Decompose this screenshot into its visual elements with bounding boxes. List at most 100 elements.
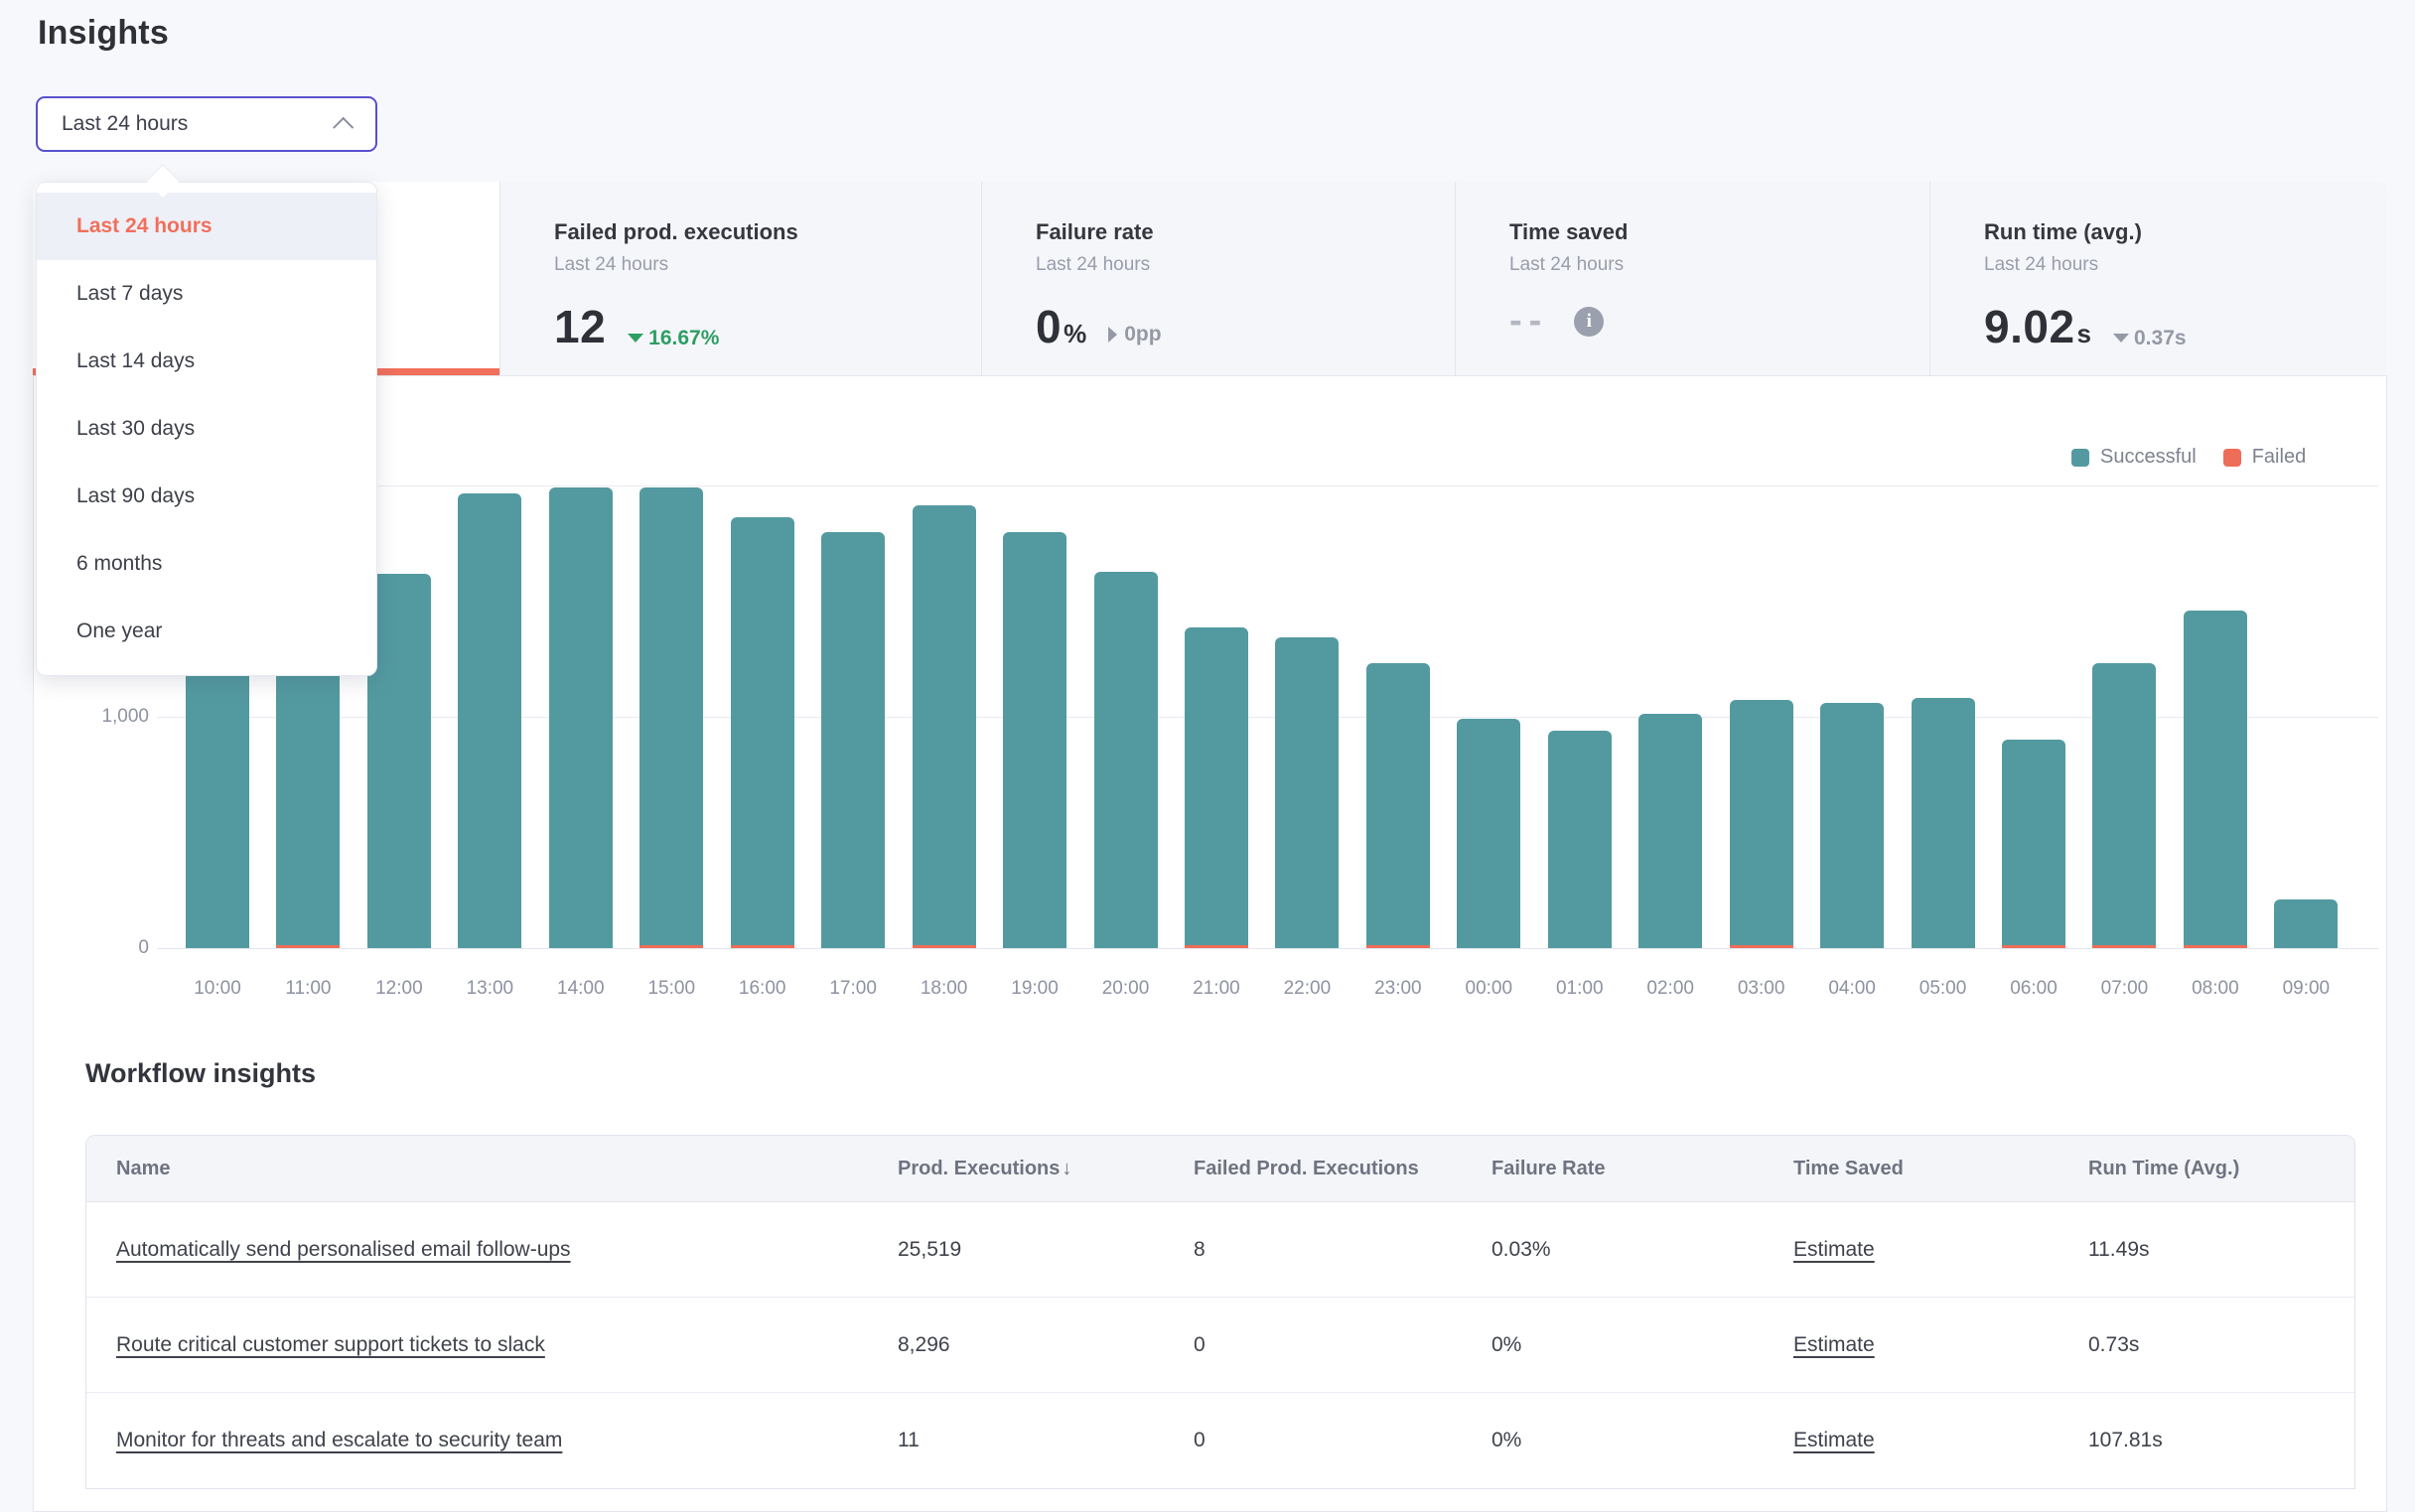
x-axis-tick-label: 13:00: [444, 976, 535, 1002]
bar-successful-21:00[interactable]: [1185, 627, 1248, 945]
bar-successful-18:00[interactable]: [913, 505, 976, 945]
gridline-2000: [157, 485, 2378, 486]
tab-failure-rate[interactable]: Failure rate Last 24 hours 0 % 0pp: [981, 182, 1455, 375]
bar-failed-15:00[interactable]: [639, 945, 703, 948]
menu-item-last-14-days[interactable]: Last 14 days: [37, 328, 376, 395]
menu-item-one-year[interactable]: One year: [37, 598, 376, 665]
bar-successful-08:00[interactable]: [2184, 611, 2247, 945]
x-axis-tick-label: 11:00: [262, 976, 354, 1002]
delta-badge: 16.67%: [628, 327, 719, 350]
x-axis-tick-label: 21:00: [1171, 976, 1262, 1002]
tab-unit: %: [1064, 319, 1086, 349]
x-axis-tick-label: 00:00: [1443, 976, 1534, 1002]
delta-text: 0.37s: [2134, 327, 2187, 350]
bar-successful-09:00[interactable]: [2274, 899, 2338, 948]
bar-failed-11:00[interactable]: [276, 945, 340, 948]
metric-tabs-row: Failed prod. executions Last 24 hours 12…: [33, 182, 2387, 376]
bar-failed-16:00[interactable]: [731, 945, 794, 948]
x-axis-tick-label: 08:00: [2170, 976, 2261, 1002]
bar-successful-05:00[interactable]: [1912, 698, 1975, 948]
bar-successful-02:00[interactable]: [1638, 714, 1702, 948]
x-axis-tick-label: 02:00: [1625, 976, 1716, 1002]
tab-run-time-avg[interactable]: Run time (avg.) Last 24 hours 9.02 s 0.3…: [1929, 182, 2387, 375]
x-axis-tick-label: 17:00: [807, 976, 899, 1002]
x-axis-tick-label: 12:00: [354, 976, 445, 1002]
x-axis-tick-label: 20:00: [1080, 976, 1172, 1002]
triangle-down-icon: [628, 334, 643, 343]
delta-text: 0pp: [1124, 323, 1161, 346]
delta-text: 16.67%: [648, 327, 719, 350]
y-axis-tick-label: 0: [40, 935, 149, 961]
bar-successful-13:00[interactable]: [458, 493, 521, 948]
bar-successful-01:00[interactable]: [1548, 731, 1612, 948]
x-axis-tick-label: 22:00: [1261, 976, 1352, 1002]
bar-successful-04:00[interactable]: [1820, 703, 1884, 948]
bar-failed-06:00[interactable]: [2002, 945, 2065, 948]
tab-subtitle: Last 24 hours: [1984, 254, 2387, 276]
x-axis-tick-label: 05:00: [1898, 976, 1989, 1002]
x-axis-tick-label: 23:00: [1352, 976, 1444, 1002]
triangle-right-icon: [1108, 327, 1117, 343]
legend-failed[interactable]: Failed: [2223, 446, 2306, 469]
chevron-up-icon: [333, 116, 354, 137]
time-range-select[interactable]: Last 24 hours: [36, 96, 377, 152]
bar-successful-07:00[interactable]: [2092, 663, 2156, 945]
menu-item-last-24-hours[interactable]: Last 24 hours: [37, 193, 376, 260]
tab-title: Run time (avg.): [1984, 219, 2387, 245]
bar-successful-06:00[interactable]: [2002, 740, 2065, 945]
menu-item-last-7-days[interactable]: Last 7 days: [37, 260, 376, 328]
bar-successful-22:00[interactable]: [1275, 637, 1339, 948]
bar-successful-00:00[interactable]: [1457, 719, 1520, 948]
bar-successful-15:00[interactable]: [639, 487, 703, 945]
triangle-down-icon: [2113, 334, 2129, 343]
menu-item-last-30-days[interactable]: Last 30 days: [37, 395, 376, 463]
legend-successful[interactable]: Successful: [2071, 446, 2197, 469]
tab-value: 0: [1036, 300, 1062, 353]
bar-failed-03:00[interactable]: [1730, 945, 1793, 948]
x-axis-tick-label: 04:00: [1806, 976, 1898, 1002]
tab-value-empty: --: [1509, 300, 1548, 343]
gridline-0: [157, 948, 2378, 949]
tab-time-saved[interactable]: Time saved Last 24 hours -- i: [1455, 182, 1929, 375]
bar-successful-17:00[interactable]: [821, 532, 885, 948]
delta-badge: 0.37s: [2113, 327, 2187, 350]
tab-subtitle: Last 24 hours: [554, 254, 981, 276]
tab-unit: s: [2077, 319, 2091, 349]
bar-failed-08:00[interactable]: [2184, 945, 2247, 948]
tab-title: Failed prod. executions: [554, 219, 981, 245]
tab-failed-prod-executions[interactable]: Failed prod. executions Last 24 hours 12…: [499, 182, 981, 375]
x-axis-tick-label: 06:00: [1988, 976, 2079, 1002]
bar-successful-16:00[interactable]: [731, 517, 794, 945]
bar-successful-03:00[interactable]: [1730, 700, 1793, 945]
menu-item-6-months[interactable]: 6 months: [37, 530, 376, 598]
delta-badge: 0pp: [1108, 323, 1161, 346]
tab-subtitle: Last 24 hours: [1036, 254, 1455, 276]
bar-failed-23:00[interactable]: [1366, 945, 1430, 948]
info-icon[interactable]: i: [1574, 307, 1604, 337]
bar-successful-23:00[interactable]: [1366, 663, 1430, 945]
x-axis-tick-label: 09:00: [2260, 976, 2351, 1002]
x-axis-tick-label: 07:00: [2078, 976, 2170, 1002]
tab-title: Failure rate: [1036, 219, 1455, 245]
x-axis-tick-label: 15:00: [626, 976, 717, 1002]
bar-failed-21:00[interactable]: [1185, 945, 1248, 948]
x-axis-tick-label: 18:00: [899, 976, 990, 1002]
tab-title: Time saved: [1509, 219, 1929, 245]
x-axis-tick-label: 01:00: [1534, 976, 1626, 1002]
bar-successful-14:00[interactable]: [549, 487, 613, 948]
bar-failed-18:00[interactable]: [913, 945, 976, 948]
menu-item-last-90-days[interactable]: Last 90 days: [37, 463, 376, 530]
x-axis-tick-label: 03:00: [1716, 976, 1807, 1002]
x-axis-tick-label: 10:00: [172, 976, 263, 1002]
bar-successful-19:00[interactable]: [1003, 532, 1066, 948]
time-range-dropdown-menu: Last 24 hoursLast 7 daysLast 14 daysLast…: [36, 182, 377, 676]
time-range-selected-value: Last 24 hours: [62, 112, 188, 136]
chart-legend: Successful Failed: [2071, 446, 2306, 469]
y-axis-tick-label: 1,000: [40, 704, 149, 730]
successful-swatch-icon: [2071, 449, 2089, 467]
legend-label: Failed: [2252, 446, 2306, 469]
bar-failed-07:00[interactable]: [2092, 945, 2156, 948]
bar-successful-20:00[interactable]: [1094, 572, 1158, 948]
failed-swatch-icon: [2223, 449, 2241, 467]
x-axis-tick-label: 16:00: [717, 976, 808, 1002]
